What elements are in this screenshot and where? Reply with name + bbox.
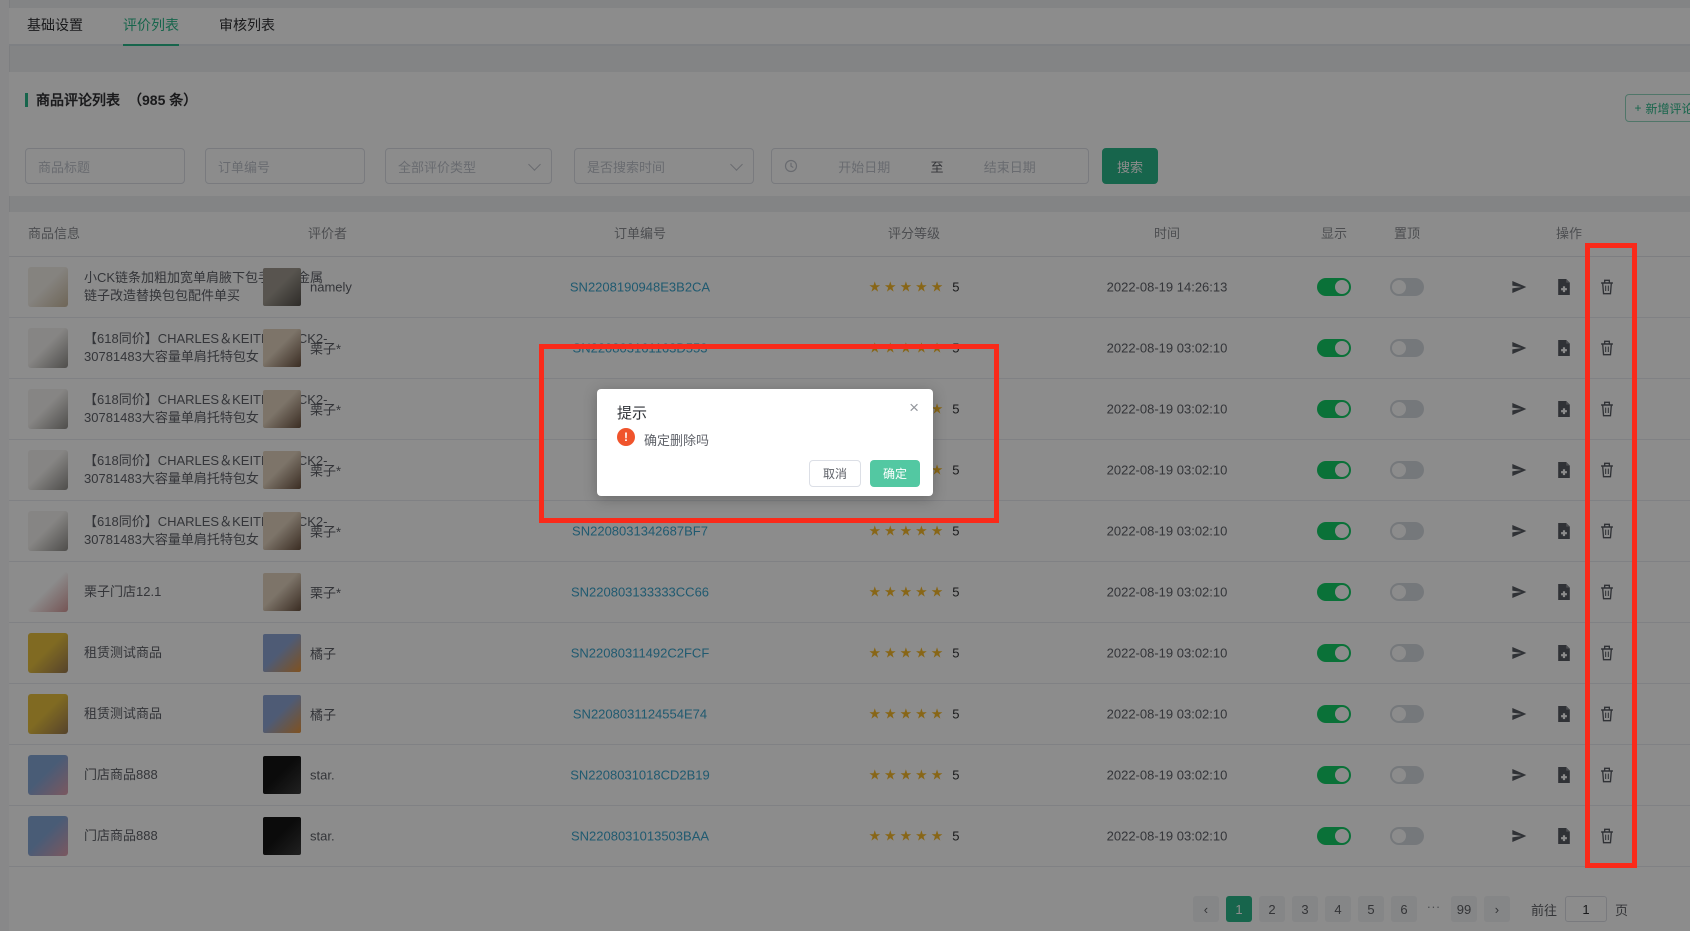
warning-icon: !	[617, 428, 635, 446]
cancel-button[interactable]: 取消	[808, 460, 861, 487]
dialog-title: 提示	[617, 405, 648, 422]
confirm-button[interactable]: 确定	[869, 460, 920, 487]
dialog-message: 确定删除吗	[644, 433, 710, 448]
close-icon[interactable]: ×	[909, 398, 919, 418]
delete-confirm-dialog: 提示 × ! 确定删除吗 取消 确定	[597, 389, 933, 496]
dialog-buttons: 取消 确定	[808, 460, 920, 487]
screen: 基础设置 评价列表 审核列表 商品评论列表 （985 条） 商品标题 订单编号 …	[0, 0, 1690, 931]
